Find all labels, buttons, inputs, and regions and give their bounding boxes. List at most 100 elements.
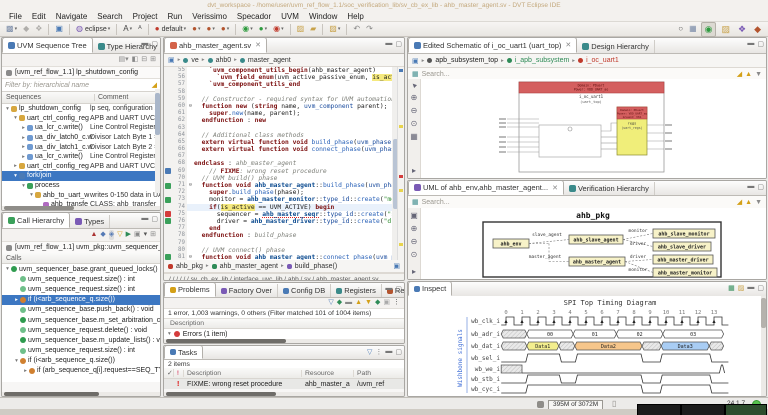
column-complete[interactable]: ✓: [164, 369, 174, 377]
sequence-tree-row[interactable]: ▸ ua_lcr_c.write() Line Control Register, …: [2, 123, 160, 133]
sequence-tree-row[interactable]: ▸ uart_ctrl_config_regAPB and UART UVC se…: [2, 162, 160, 172]
menu-run[interactable]: Run: [163, 12, 188, 21]
tree-expand-icon[interactable]: ▸: [20, 144, 27, 150]
uml-canvas[interactable]: ahb_pkg ahb_env ahb_slave_agent ahb_master_…: [421, 208, 766, 279]
dropdown-arrow-icon[interactable]: ▾: [130, 26, 133, 32]
call-hierarchy-row[interactable]: uvm_sequence_request.size() : int: [2, 345, 160, 356]
menu-window[interactable]: Window: [304, 12, 342, 21]
perspective-dvt-button[interactable]: ◉: [700, 21, 717, 37]
fold-icon[interactable]: ⊖: [187, 103, 194, 110]
code-line[interactable]: 79: [164, 239, 404, 247]
breadcrumb-item[interactable]: ahb0: [216, 57, 232, 64]
fold-icon[interactable]: ⊖: [187, 182, 194, 189]
column-path[interactable]: Path: [354, 370, 394, 377]
dropdown-arrow-icon[interactable]: ▾: [338, 26, 341, 32]
tab-types[interactable]: Types: [70, 215, 111, 228]
code-line[interactable]: 81 ⊖ function void ahb_master_agent:: conn…: [164, 253, 404, 260]
menu-specador[interactable]: Specador: [232, 12, 276, 21]
filter-icon[interactable]: ◢: [737, 198, 742, 206]
code-line[interactable]: 78 endfunction : build_phase: [164, 232, 404, 240]
sequence-tree-row[interactable]: ▾ lp_shutdown_config lp seq, configuration…: [2, 104, 160, 114]
overview-ruler[interactable]: [397, 67, 404, 260]
filter-calls-icon[interactable]: ▽: [117, 230, 122, 240]
filter-icon[interactable]: ◢: [737, 70, 742, 78]
minimize-icon[interactable]: ▬: [385, 40, 392, 48]
inspect-vscrollbar[interactable]: [761, 296, 766, 396]
zoom-in-icon[interactable]: ⊕: [411, 224, 418, 233]
code-line[interactable]: 62 endfunction : new: [164, 117, 404, 125]
call-hierarchy-row[interactable]: uvm_sequence_request.size() : int: [2, 284, 160, 295]
dropdown-arrow-icon[interactable]: ▾: [250, 26, 253, 32]
tab-tasks[interactable]: Tasks: [164, 346, 204, 359]
maximize-icon[interactable]: ▢: [151, 40, 158, 48]
toolbar-open-type-button[interactable]: ▨: [295, 23, 307, 35]
menu-navigate[interactable]: Navigate: [51, 12, 93, 21]
link-editor-icon[interactable]: ◧: [132, 55, 139, 65]
pin-icon[interactable]: ▣: [134, 230, 141, 240]
menu-uvm[interactable]: UVM: [276, 12, 304, 21]
toolbar-specador-run-button[interactable]: ● ▾: [205, 23, 217, 35]
call-hierarchy-hscrollbar[interactable]: [2, 392, 160, 396]
pause-icon[interactable]: ▬: [345, 298, 352, 308]
toolbar-run-button[interactable]: ◉ ▾: [240, 23, 255, 35]
call-hierarchy-row[interactable]: uvm_sequence_request.size() : int: [2, 274, 160, 285]
callee-mode-icon[interactable]: ◈: [108, 230, 115, 240]
breadcrumb-item[interactable]: ahb_master_agent: [220, 263, 278, 270]
code-line[interactable]: 58: [164, 88, 404, 96]
menu-icon[interactable]: ⋮: [393, 298, 400, 308]
code-line[interactable]: 75 sequencer = ahb_master_seqr:: type_id:…: [164, 210, 404, 218]
zoom-out-icon[interactable]: ⊖: [411, 237, 418, 246]
code-line[interactable]: 66 extern virtual function void connect_…: [164, 146, 404, 154]
maximize-icon[interactable]: ▢: [757, 284, 764, 292]
menu-file[interactable]: File: [4, 12, 27, 21]
expand-all-icon[interactable]: ⊞: [150, 55, 156, 65]
call-hierarchy-row[interactable]: ▸ if (i<arb_sequence_q.size()): [2, 294, 160, 305]
menu-search[interactable]: Search: [92, 12, 127, 21]
expand-strip-icon[interactable]: ▸: [412, 267, 416, 276]
dropdown-arrow-icon[interactable]: ▾: [212, 26, 215, 32]
tree-expand-icon[interactable]: ▸: [20, 125, 27, 131]
dropdown-arrow-icon[interactable]: ▾: [108, 26, 111, 32]
problems-hscrollbar[interactable]: [164, 339, 404, 343]
sequence-tree-vscrollbar[interactable]: [155, 89, 160, 193]
call-hierarchy-row[interactable]: ▾ uvm_sequencer_base.grant_queued_locks()…: [2, 264, 160, 275]
minimize-icon[interactable]: ▬: [747, 183, 754, 191]
maximize-icon[interactable]: ▢: [757, 183, 764, 191]
toolbar-search-dialog-button[interactable]: ▰: [308, 23, 318, 35]
maximize-icon[interactable]: ▢: [757, 40, 764, 48]
column-sequences[interactable]: Sequences: [2, 94, 95, 101]
code-line[interactable]: 59 // Constructor - required syntax for …: [164, 95, 404, 103]
code-line[interactable]: 57 `uvm_component_utils_end: [164, 81, 404, 89]
code-line[interactable]: 70 // UVM build() phase: [164, 174, 404, 182]
toolbar-verissimo-run-button[interactable]: ● ▾: [190, 23, 202, 35]
code-line[interactable]: 71 ⊖ function void ahb_master_agent:: buil…: [164, 182, 404, 190]
tab-factory-overrides[interactable]: Factory Over: [216, 284, 279, 297]
tree-expand-icon[interactable]: ▸: [22, 368, 29, 374]
code-line[interactable]: 69 // FIXME: wrong reset procedure: [164, 167, 404, 175]
code-line[interactable]: 64 // Additional class methods: [164, 131, 404, 139]
call-hierarchy-row[interactable]: uvm_sequencer_base.m_update_lists() : vo…: [2, 335, 160, 346]
dock-window-thumbnail[interactable]: [637, 404, 681, 415]
toolbar-open-task-button[interactable]: ▨ ▾: [327, 23, 342, 35]
tab-ahb-master-agent[interactable]: ahb_master_agent.sv ✕: [164, 38, 268, 53]
next-marker-icon[interactable]: ▼: [365, 298, 372, 308]
dropdown-arrow-icon[interactable]: ▾: [265, 26, 268, 32]
column-comment[interactable]: Comment: [95, 94, 128, 101]
dropdown-arrow-icon[interactable]: ▾: [281, 26, 284, 32]
filter-icon[interactable]: ▽: [367, 348, 372, 356]
toolbar-save-button[interactable]: ◆: [21, 23, 31, 35]
code-line[interactable]: 73 monitor = ahb_master_monitor:: type_id…: [164, 196, 404, 204]
zoom-out-icon[interactable]: ⊖: [411, 106, 418, 115]
open-folder-icon[interactable]: ▨: [738, 284, 745, 292]
tree-expand-icon[interactable]: ▾: [4, 266, 11, 272]
menu-verissimo[interactable]: Verissimo: [187, 12, 232, 21]
tab-uml[interactable]: UML of ahb_env,ahb_master_agent... ✕: [408, 181, 564, 195]
tree-expand-icon[interactable]: ▸: [12, 163, 19, 169]
dropdown-arrow-icon[interactable]: ▾: [15, 26, 18, 32]
minimize-icon[interactable]: ▬: [141, 40, 148, 48]
dropdown-arrow-icon[interactable]: ▾: [184, 26, 187, 32]
tab-problems[interactable]: Problems: [164, 283, 216, 297]
code-line[interactable]: 65 extern virtual function void build_ph…: [164, 138, 404, 147]
gc-icon[interactable]: [537, 400, 544, 408]
caller-mode-icon[interactable]: ◆: [100, 230, 105, 240]
